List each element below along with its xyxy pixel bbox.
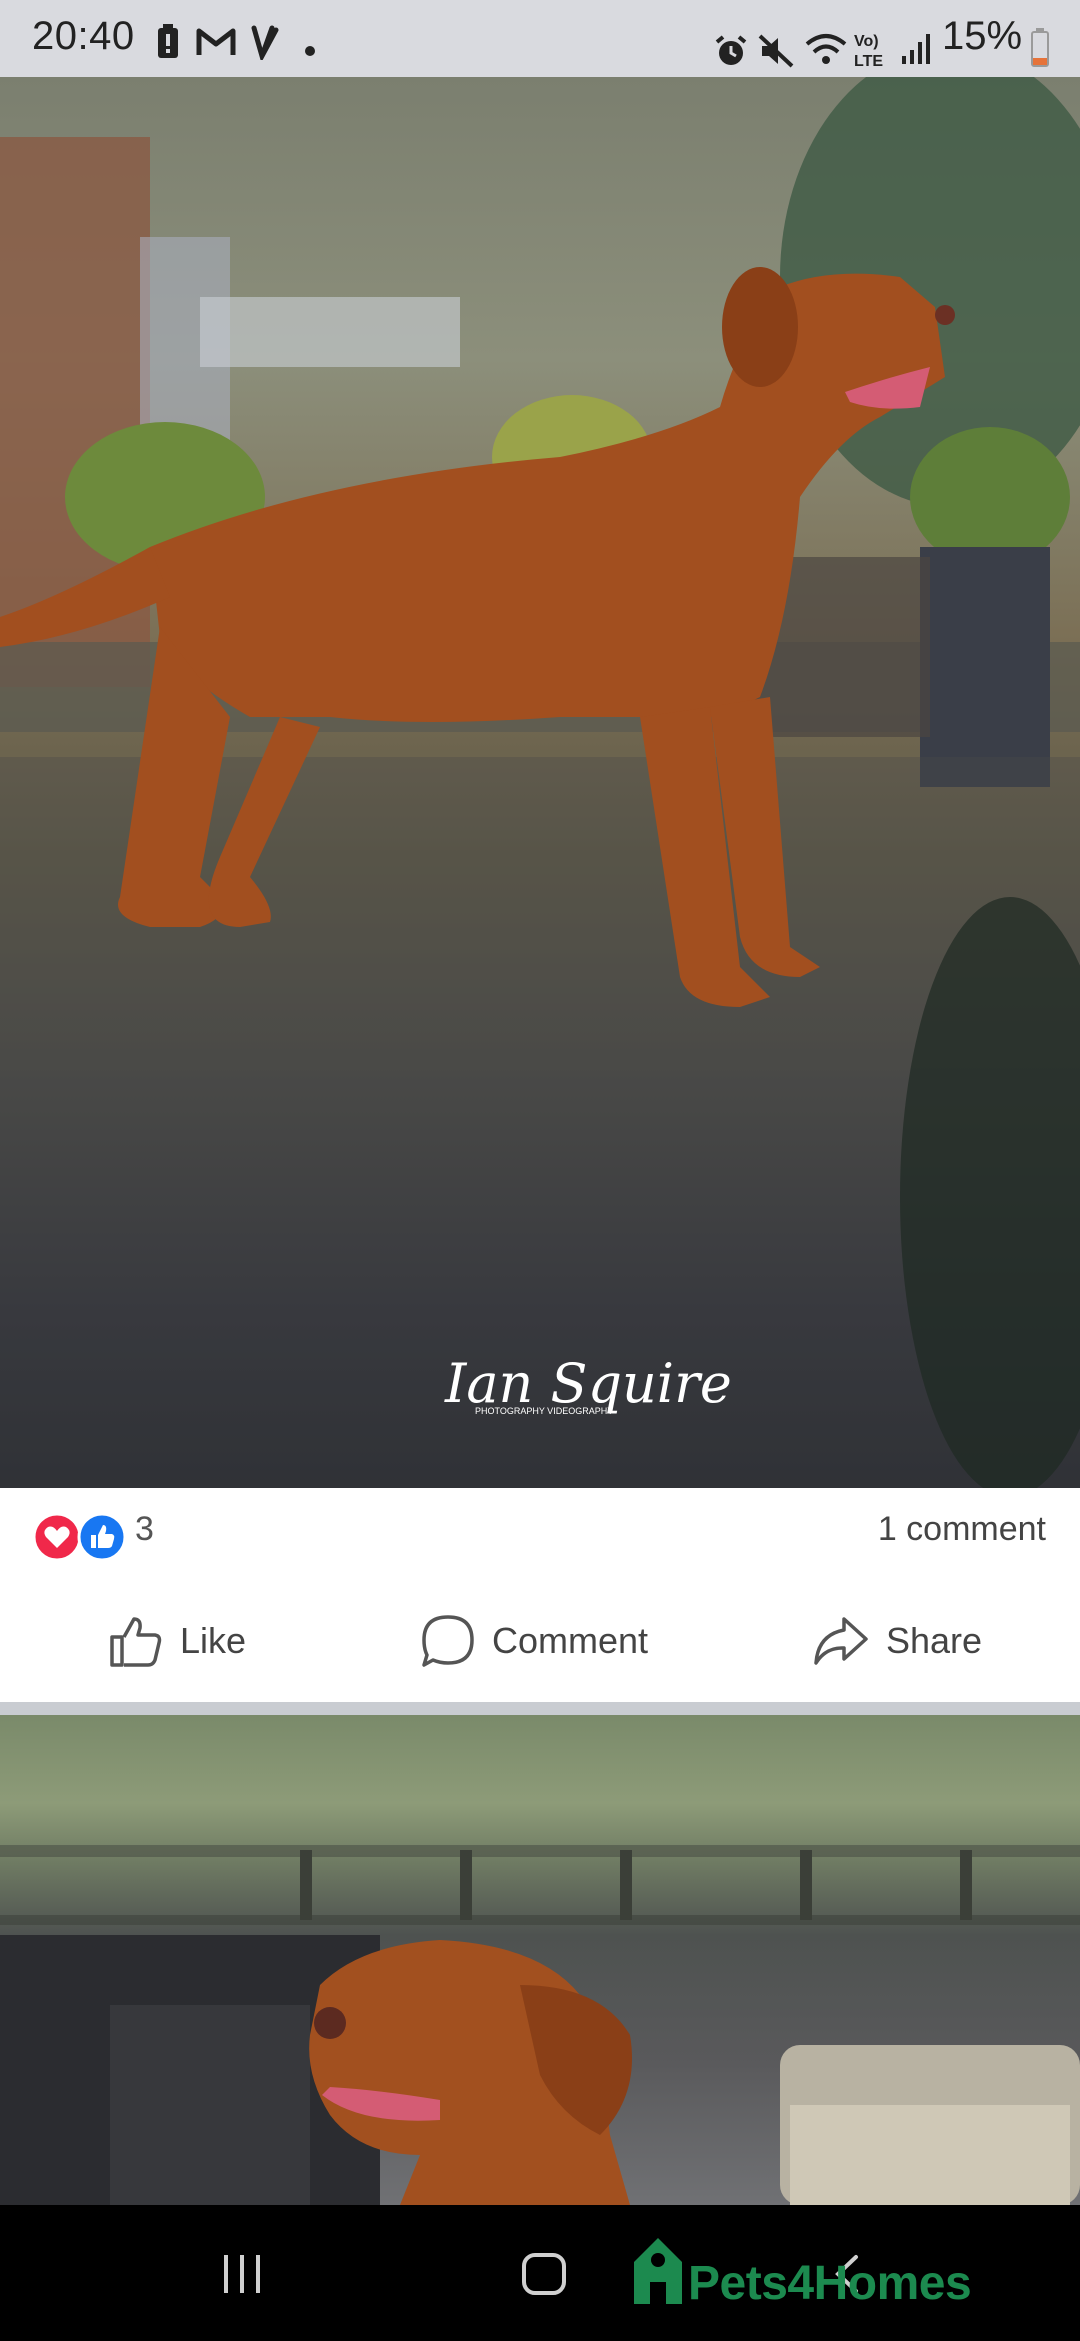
- photographer-watermark-sub: PHOTOGRAPHY VIDEOGRAPHY: [475, 1406, 613, 1416]
- recent-apps-icon[interactable]: [220, 2253, 266, 2295]
- post-photo-dog-standing[interactable]: Ian Squire PHOTOGRAPHY VIDEOGRAPHY: [0, 77, 1080, 1488]
- battery-saver-icon: [158, 24, 178, 58]
- dog-portrait-illustration: [0, 1845, 1080, 2205]
- like-reaction-icon[interactable]: [77, 1512, 127, 1562]
- post-action-row: Like Comment Share: [0, 1580, 1080, 1702]
- pets4homes-watermark: Pets4Homes: [688, 2257, 972, 2310]
- comment-count-link[interactable]: 1 comment: [878, 1510, 1046, 1549]
- alarm-icon: [715, 35, 747, 65]
- volte-icon: Vo) LTE: [854, 33, 883, 70]
- svg-text:Vo): Vo): [854, 33, 879, 50]
- battery-icon: [1031, 28, 1049, 67]
- svg-text:LTE: LTE: [854, 53, 883, 70]
- thumbs-up-icon: [110, 1617, 162, 1667]
- comment-button[interactable]: Comment: [420, 1610, 648, 1672]
- reaction-summary-row: 3 1 comment: [0, 1488, 1080, 1580]
- reaction-count[interactable]: 3: [135, 1510, 154, 1549]
- battery-percent: 15%: [942, 14, 1023, 58]
- like-button[interactable]: Like: [108, 1610, 246, 1672]
- share-button[interactable]: Share: [812, 1610, 982, 1672]
- like-label: Like: [180, 1620, 247, 1661]
- share-label: Share: [886, 1620, 983, 1661]
- dot-icon: [305, 46, 315, 56]
- signal-icon: [902, 34, 930, 64]
- mute-icon: [758, 34, 794, 68]
- share-arrow-icon: [814, 1617, 868, 1665]
- post-photo-dog-portrait[interactable]: [0, 1715, 1080, 2205]
- comment-bubble-icon: [422, 1615, 474, 1667]
- love-reaction-icon[interactable]: [32, 1512, 82, 1562]
- status-bar: 20:40 Vo) LTE 15%: [0, 0, 1080, 77]
- dog-photo-illustration: Ian Squire PHOTOGRAPHY VIDEOGRAPHY: [0, 77, 1080, 1488]
- home-icon[interactable]: [520, 2251, 568, 2297]
- pets4homes-logo-icon: [634, 2238, 682, 2304]
- vinted-icon: [251, 25, 279, 60]
- status-time: 20:40: [32, 14, 135, 58]
- gmail-icon: [196, 28, 236, 55]
- post-divider: [0, 1702, 1080, 1715]
- wifi-icon: [805, 34, 847, 64]
- comment-label: Comment: [492, 1620, 649, 1661]
